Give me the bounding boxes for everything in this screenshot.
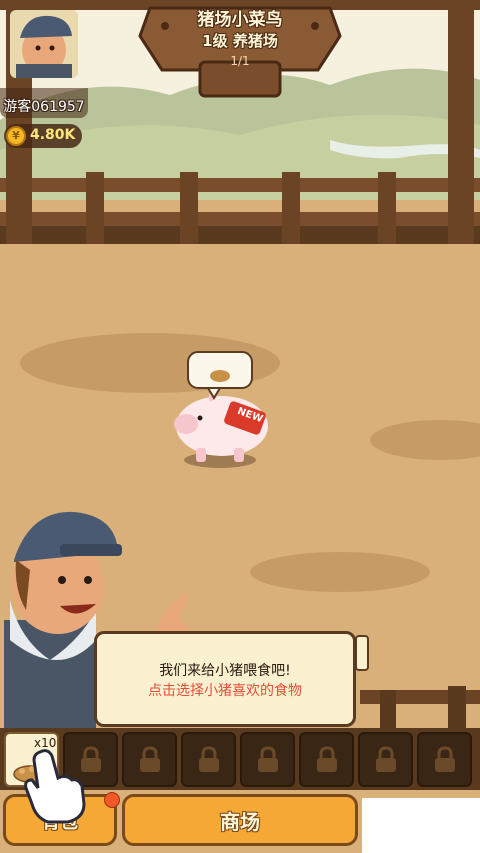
lock-icon bbox=[258, 746, 278, 772]
hand-pointer-icon bbox=[24, 749, 86, 824]
lock-icon bbox=[140, 746, 160, 772]
lock-icon bbox=[317, 746, 337, 772]
farm-level: 1级 养猪场 bbox=[202, 32, 278, 50]
locked-slot[interactable] bbox=[122, 732, 177, 787]
lock-icon bbox=[376, 746, 396, 772]
pig[interactable] bbox=[174, 394, 270, 462]
dialog-hint: 点击选择小猪喜欢的食物 bbox=[148, 683, 302, 699]
corner-panel bbox=[362, 798, 480, 853]
coin-value: 4.80K bbox=[30, 127, 76, 143]
player-name: 游客061957 bbox=[3, 99, 85, 115]
dialog-text: 我们来给小猪喂食吧! bbox=[159, 663, 291, 679]
lock-icon bbox=[435, 746, 455, 772]
locked-slot[interactable] bbox=[240, 732, 295, 787]
locked-slot[interactable] bbox=[417, 732, 472, 787]
lock-icon bbox=[199, 746, 219, 772]
notification-dot bbox=[104, 792, 120, 808]
locked-slot[interactable] bbox=[181, 732, 236, 787]
coin-icon: ¥ bbox=[6, 126, 26, 146]
sign-title: 猪场小菜鸟 bbox=[197, 10, 283, 30]
avatar[interactable] bbox=[6, 6, 82, 82]
farm-progress: 1/1 bbox=[230, 54, 250, 68]
locked-slot[interactable] bbox=[358, 732, 413, 787]
locked-slot[interactable] bbox=[299, 732, 354, 787]
shop-button-label: 商场 bbox=[220, 810, 260, 834]
